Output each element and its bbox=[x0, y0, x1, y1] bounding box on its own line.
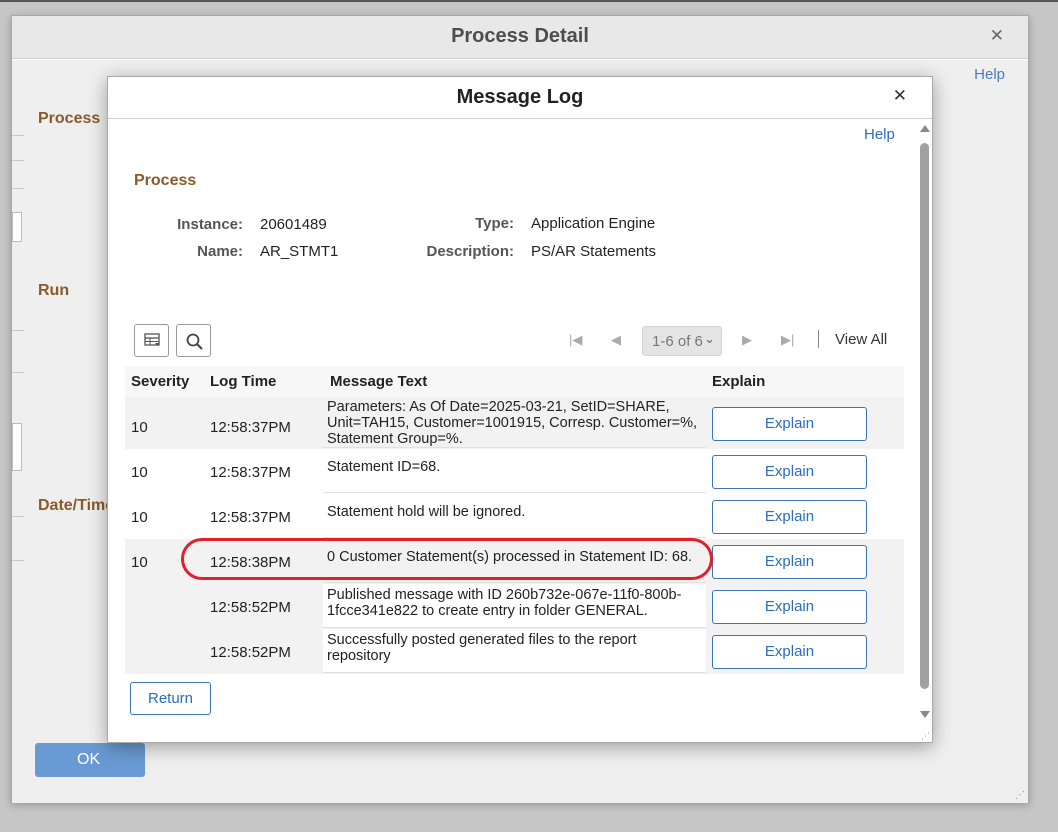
process-detail-datetime-label: Date/Time bbox=[38, 497, 115, 514]
message-line: Parameters: As Of Date=2025-03-21, SetID… bbox=[327, 399, 670, 415]
search-icon bbox=[186, 333, 203, 350]
message-line: Successfully posted generated files to t… bbox=[327, 632, 637, 648]
return-button[interactable]: Return bbox=[130, 682, 211, 715]
column-header-log-time: Log Time bbox=[210, 373, 277, 390]
message-text-cell: Parameters: As Of Date=2025-03-21, SetID… bbox=[323, 397, 706, 448]
type-label: Type: bbox=[475, 215, 514, 232]
severity-cell: 10 bbox=[131, 464, 148, 481]
process-section-heading: Process bbox=[134, 172, 197, 189]
divider bbox=[12, 135, 24, 136]
severity-cell: 10 bbox=[131, 554, 148, 571]
resize-grip-icon[interactable]: ⋰ bbox=[921, 731, 930, 742]
ok-button[interactable]: OK bbox=[35, 743, 145, 777]
scroll-up-icon[interactable] bbox=[920, 125, 930, 132]
divider bbox=[12, 188, 24, 189]
explain-button[interactable]: Explain bbox=[712, 635, 867, 669]
table-row: 10 12:58:37PM Statement ID=68. Explain bbox=[125, 449, 904, 494]
process-detail-field[interactable] bbox=[12, 212, 22, 242]
message-line: Statement ID=68. bbox=[327, 459, 441, 475]
message-text-cell: Statement ID=68. bbox=[323, 449, 706, 493]
log-time-cell: 12:58:37PM bbox=[210, 509, 291, 526]
explain-button[interactable]: Explain bbox=[712, 455, 867, 489]
message-log-dialog: Message Log ✕ Help Process Instance: 206… bbox=[107, 76, 933, 743]
log-time-cell: 12:58:38PM bbox=[210, 554, 291, 571]
table-row: 12:58:52PM Published message with ID 260… bbox=[125, 584, 904, 629]
process-detail-field[interactable] bbox=[12, 423, 22, 471]
message-line: Statement hold will be ignored. bbox=[327, 504, 526, 520]
message-log-title: Message Log bbox=[456, 86, 584, 108]
first-page-icon[interactable]: |◀ bbox=[569, 332, 582, 348]
process-detail-close-icon[interactable]: ✕ bbox=[990, 26, 1004, 46]
view-all-link[interactable]: View All bbox=[835, 331, 887, 348]
divider bbox=[12, 372, 24, 373]
explain-button[interactable]: Explain bbox=[712, 590, 867, 624]
table-row: 10 12:58:37PM Statement hold will be ign… bbox=[125, 494, 904, 539]
next-page-icon[interactable]: ▶ bbox=[742, 332, 752, 348]
type-value: Application Engine bbox=[531, 215, 656, 232]
pagination-separator bbox=[818, 330, 819, 348]
divider bbox=[12, 560, 24, 561]
message-text-cell: 0 Customer Statement(s) processed in Sta… bbox=[323, 539, 706, 583]
process-detail-run-label: Run bbox=[38, 282, 70, 299]
explain-button[interactable]: Explain bbox=[712, 545, 867, 579]
chevron-down-icon: ⌄ bbox=[704, 331, 715, 346]
column-header-explain: Explain bbox=[712, 373, 766, 390]
severity-cell: 10 bbox=[131, 509, 148, 526]
message-text-cell: Successfully posted generated files to t… bbox=[323, 629, 706, 673]
explain-button[interactable]: Explain bbox=[712, 500, 867, 534]
process-detail-process-label: Process bbox=[38, 110, 101, 127]
log-time-cell: 12:58:52PM bbox=[210, 644, 291, 661]
table-row: 12:58:52PM Successfully posted generated… bbox=[125, 629, 904, 674]
page-range-select[interactable]: 1-6 of 6 ⌄ bbox=[642, 326, 722, 356]
page-range-value: 1-6 of 6 bbox=[652, 333, 703, 350]
message-line: Statement Group=%. bbox=[327, 431, 463, 447]
process-detail-title: Process Detail bbox=[451, 25, 589, 47]
personalize-grid-icon bbox=[144, 333, 160, 346]
name-label: Name: bbox=[197, 243, 243, 260]
message-log-help-link[interactable]: Help bbox=[864, 126, 895, 143]
instance-label: Instance: bbox=[177, 216, 243, 233]
process-detail-help-link[interactable]: Help bbox=[974, 66, 1005, 83]
previous-page-icon[interactable]: ◀ bbox=[611, 332, 621, 348]
scrollbar-thumb[interactable] bbox=[920, 143, 929, 689]
grid-header-row: Severity Log Time Message Text Explain bbox=[125, 366, 904, 397]
window-top-strip bbox=[0, 0, 1058, 2]
vertical-scrollbar[interactable] bbox=[918, 123, 932, 741]
log-time-cell: 12:58:37PM bbox=[210, 464, 291, 481]
message-log-close-icon[interactable]: ✕ bbox=[893, 86, 907, 106]
message-log-header: Message Log ✕ bbox=[108, 77, 932, 119]
divider bbox=[12, 330, 24, 331]
scroll-down-icon[interactable] bbox=[920, 711, 930, 718]
message-line: Unit=TAH15, Customer=1001915, Corresp. C… bbox=[327, 415, 698, 431]
message-text-cell: Statement hold will be ignored. bbox=[323, 494, 706, 538]
column-header-message-text: Message Text bbox=[330, 373, 428, 390]
last-page-icon[interactable]: ▶| bbox=[781, 332, 794, 348]
message-text-cell: Published message with ID 260b732e-067e-… bbox=[323, 584, 706, 628]
divider bbox=[12, 516, 24, 517]
process-detail-header: Process Detail ✕ bbox=[12, 16, 1028, 59]
personalize-grid-button[interactable] bbox=[134, 324, 169, 357]
table-row: 10 12:58:38PM 0 Customer Statement(s) pr… bbox=[125, 539, 904, 584]
instance-value: 20601489 bbox=[260, 216, 327, 233]
message-line: repository bbox=[327, 648, 391, 664]
description-label: Description: bbox=[426, 243, 514, 260]
divider bbox=[12, 160, 24, 161]
severity-cell: 10 bbox=[131, 419, 148, 436]
name-value: AR_STMT1 bbox=[260, 243, 339, 260]
table-row: 10 12:58:37PM Parameters: As Of Date=202… bbox=[125, 397, 904, 449]
description-value: PS/AR Statements bbox=[531, 243, 657, 260]
log-time-cell: 12:58:52PM bbox=[210, 599, 291, 616]
explain-button[interactable]: Explain bbox=[712, 407, 867, 441]
column-header-severity: Severity bbox=[131, 373, 190, 390]
message-line: 0 Customer Statement(s) processed in Sta… bbox=[327, 549, 693, 565]
resize-grip-icon[interactable]: ⋰ bbox=[1015, 790, 1026, 801]
log-time-cell: 12:58:37PM bbox=[210, 419, 291, 436]
message-line: 1fcce341e822 to create entry in folder G… bbox=[327, 603, 648, 619]
message-line: Published message with ID 260b732e-067e-… bbox=[327, 587, 682, 603]
find-button[interactable] bbox=[176, 324, 211, 357]
